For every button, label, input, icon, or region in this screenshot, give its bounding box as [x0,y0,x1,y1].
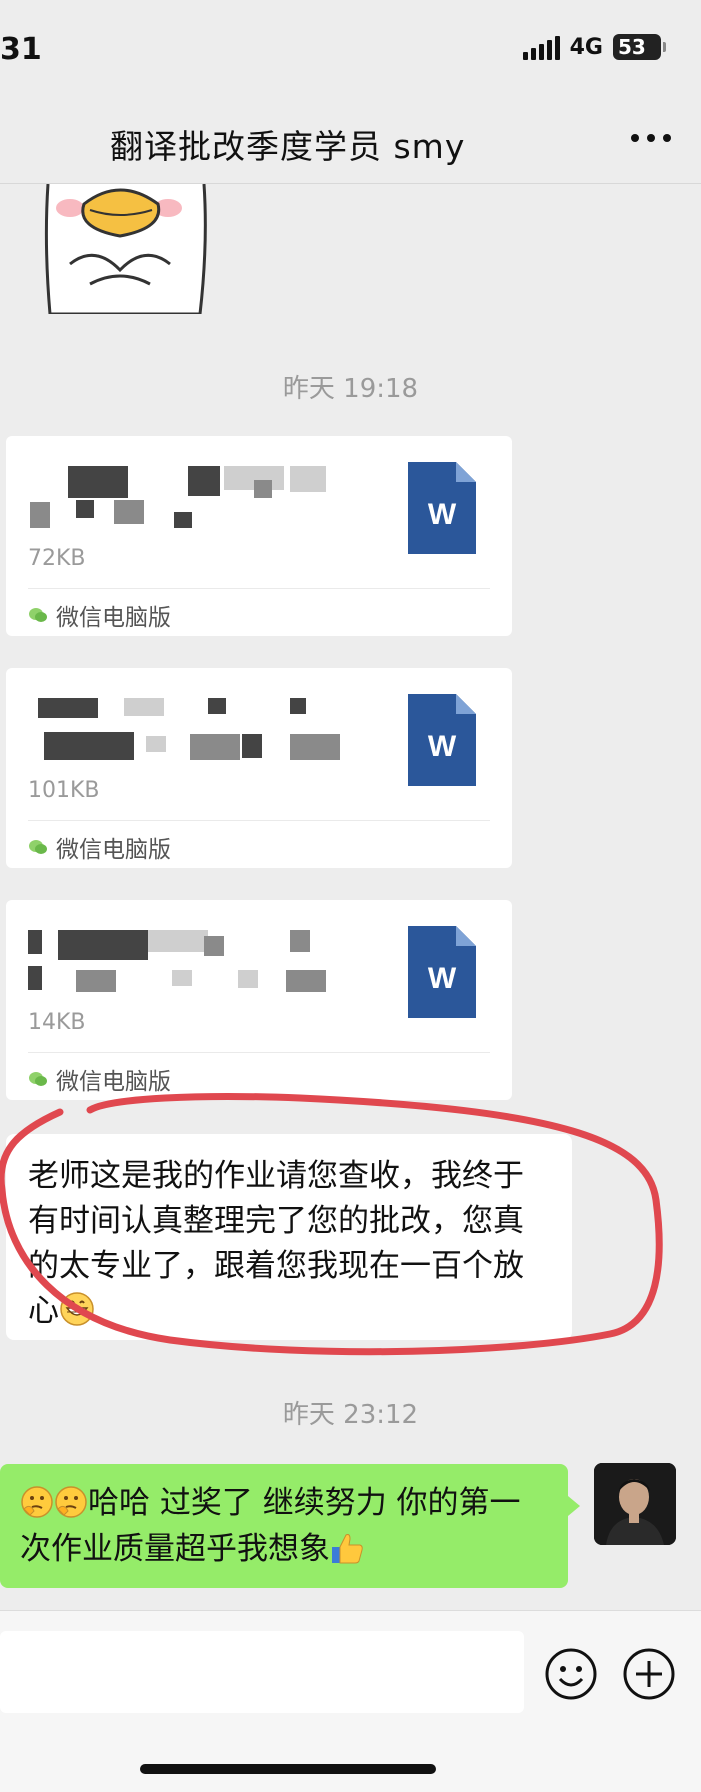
thinking-face-emoji-icon [55,1486,87,1518]
outgoing-message-text: 哈哈 过奖了 继续努力 你的第一次作业质量超乎我想象 [20,1485,521,1567]
outgoing-text-message[interactable]: 哈哈 过奖了 继续努力 你的第一次作业质量超乎我想象 [0,1464,580,1588]
chat-title: 翻译批改季度学员 smy [110,127,466,166]
file-size: 14KB [28,1010,86,1035]
file-source: 微信电脑版 [28,598,171,632]
file-message-card[interactable]: 72KB 微信电脑版 W [6,436,512,636]
status-indicators: 4G 53 [522,34,666,60]
emoji-button-icon[interactable] [544,1647,598,1701]
thumbs-up-emoji-icon [332,1534,363,1564]
battery-level: 53 [618,35,646,59]
word-document-icon: W [408,926,476,1018]
battery-icon: 53 [613,34,666,60]
word-document-icon: W [408,694,476,786]
divider [28,820,490,821]
more-options-button[interactable] [631,134,671,142]
thinking-face-emoji-icon [21,1486,53,1518]
wechat-icon [29,840,47,854]
chat-header: 翻译批改季度学员 smy [0,100,701,184]
network-type: 4G [569,34,603,60]
status-time: 31 [0,32,42,67]
file-size: 101KB [28,778,100,803]
word-letter: W [428,730,457,763]
file-message-card[interactable]: 14KB 微信电脑版 W [6,900,512,1100]
file-source-label: 微信电脑版 [56,837,171,863]
file-source: 微信电脑版 [28,1062,171,1096]
file-name-pixelated [28,930,348,1000]
signal-icon [522,34,560,60]
dot-icon [631,134,639,142]
wechat-icon [29,1072,47,1086]
dot-icon [663,134,671,142]
file-source: 微信电脑版 [28,830,171,864]
divider [28,588,490,589]
grin-emoji-icon [60,1292,94,1326]
file-name-pixelated [28,698,348,768]
message-input[interactable] [0,1631,524,1713]
dot-icon [647,134,655,142]
duck-sticker[interactable] [40,184,210,314]
file-message-card[interactable]: 101KB 微信电脑版 W [6,668,512,868]
word-letter: W [428,962,457,995]
incoming-message-text: 老师这是我的作业请您查收，我终于有时间认真整理完了您的批改，您真的太专业了，跟着… [28,1158,524,1329]
wechat-icon [29,608,47,622]
message-timestamp: 昨天 19:18 [282,374,419,404]
message-timestamp: 昨天 23:12 [282,1400,419,1430]
status-bar: 31 4G 53 [0,0,701,100]
file-size: 72KB [28,546,86,571]
divider [28,1052,490,1053]
avatar[interactable] [594,1463,676,1545]
file-source-label: 微信电脑版 [56,1069,171,1095]
home-indicator[interactable] [140,1764,436,1774]
file-source-label: 微信电脑版 [56,605,171,631]
incoming-text-message[interactable]: 老师这是我的作业请您查收，我终于有时间认真整理完了您的批改，您真的太专业了，跟着… [6,1134,572,1340]
word-document-icon: W [408,462,476,554]
file-name-pixelated [28,466,348,536]
word-letter: W [428,498,457,531]
plus-button-icon[interactable] [622,1647,676,1701]
